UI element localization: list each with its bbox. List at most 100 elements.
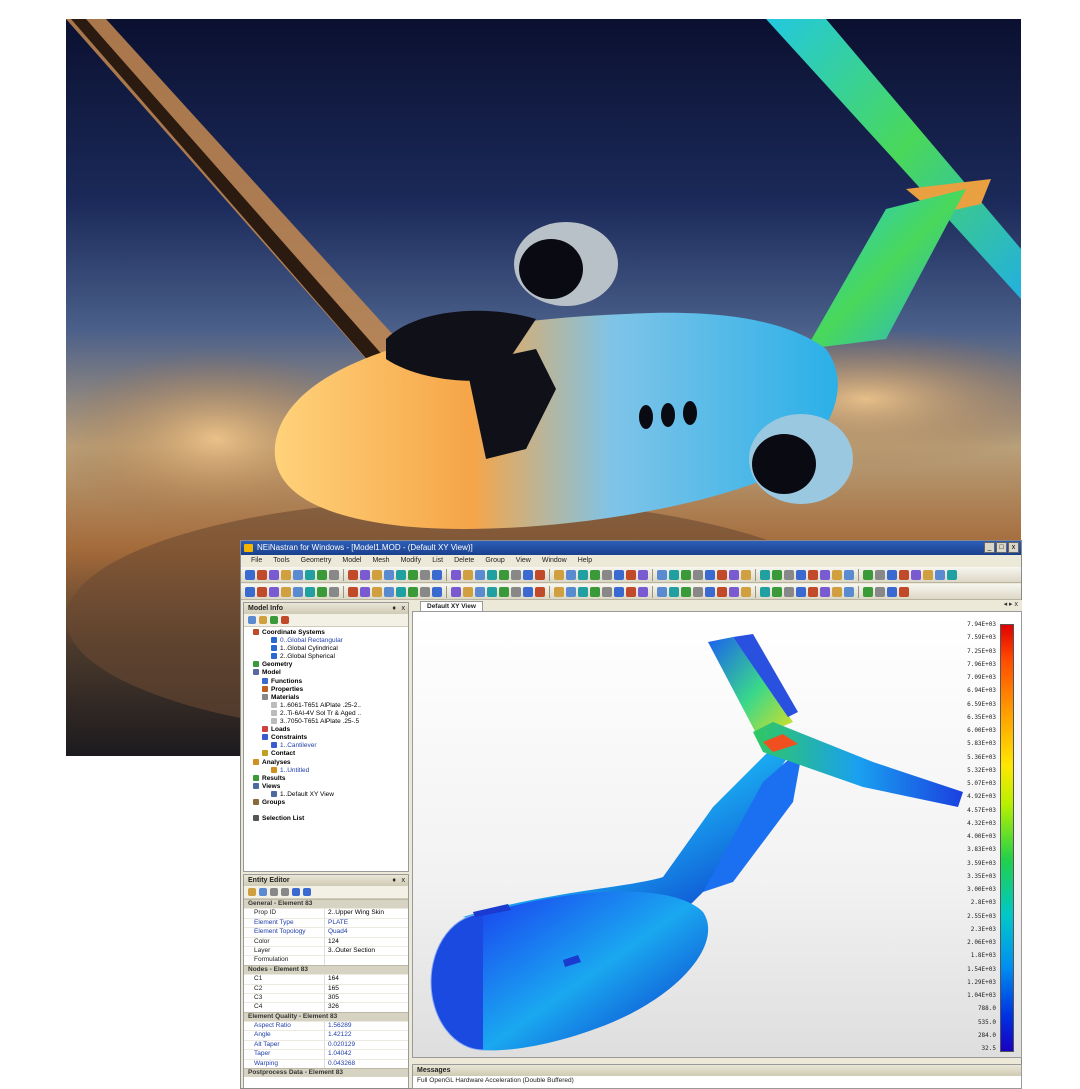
toolbar-button-icon[interactable] [657, 569, 667, 580]
toolbar-button-icon[interactable] [360, 569, 370, 580]
property-row[interactable]: C1 164 [244, 974, 408, 984]
toolbar-button-icon[interactable] [269, 569, 279, 580]
tree-view-icon[interactable] [248, 616, 256, 624]
toolbar-button-icon[interactable] [808, 569, 818, 580]
toolbar-button-icon[interactable] [626, 586, 636, 597]
menu-file[interactable]: File [251, 555, 262, 567]
property-section-header[interactable]: General - Element 83 [244, 899, 408, 909]
toolbar-button-icon[interactable] [487, 586, 497, 597]
toolbar-button-icon[interactable] [614, 586, 624, 597]
toolbar-button-icon[interactable] [808, 586, 818, 597]
toolbar-button-icon[interactable] [602, 569, 612, 580]
property-value[interactable]: 326 [324, 1003, 408, 1012]
property-row[interactable]: Prop ID 2..Upper Wing Skin [244, 908, 408, 918]
toolbar-button-icon[interactable] [899, 569, 909, 580]
maximize-button[interactable]: □ [996, 542, 1007, 553]
tree-item[interactable]: Model [244, 669, 408, 677]
toolbar-button-icon[interactable] [614, 569, 624, 580]
toolbar-button-icon[interactable] [899, 586, 909, 597]
toolbar-button-icon[interactable] [305, 586, 315, 597]
tree-item[interactable]: Selection List [244, 815, 408, 823]
tree-item[interactable]: 1..Global Cylindrical [244, 645, 408, 653]
toolbar-button-icon[interactable] [554, 586, 564, 597]
toolbar-button-icon[interactable] [693, 586, 703, 597]
toolbar-button-icon[interactable] [669, 569, 679, 580]
property-value[interactable]: 0.043268 [324, 1059, 408, 1069]
toolbar-button-icon[interactable] [566, 569, 576, 580]
toolbar-button-icon[interactable] [463, 569, 473, 580]
toolbar-button-icon[interactable] [729, 569, 739, 580]
toolbar-button-icon[interactable] [451, 586, 461, 597]
toolbar-button-icon[interactable] [511, 569, 521, 580]
toolbar-button-icon[interactable] [329, 586, 339, 597]
categorized-icon[interactable] [270, 888, 278, 896]
menu-tools[interactable]: Tools [273, 555, 289, 567]
toolbar-button-icon[interactable] [923, 569, 933, 580]
toolbar-button-icon[interactable] [681, 569, 691, 580]
toolbar-button-icon[interactable] [887, 569, 897, 580]
property-value[interactable]: 124 [324, 937, 408, 946]
toolbar-button-icon[interactable] [638, 569, 648, 580]
toolbar-button-icon[interactable] [475, 586, 485, 597]
toolbar-button-icon[interactable] [245, 586, 255, 597]
toolbar-button-icon[interactable] [293, 569, 303, 580]
toolbar-button-icon[interactable] [693, 569, 703, 580]
tree-item[interactable]: Properties [244, 685, 408, 694]
toolbar-button-icon[interactable] [844, 586, 854, 597]
toolbar-button-icon[interactable] [947, 569, 957, 580]
minimize-button[interactable]: _ [984, 542, 995, 553]
tree-item[interactable]: 2..Ti-6Al-4V Sol Tr & Aged .. [244, 709, 408, 718]
toolbar-button-icon[interactable] [511, 586, 521, 597]
cancel-icon[interactable] [303, 888, 311, 896]
filter-icon[interactable] [259, 616, 267, 624]
toolbar-button-icon[interactable] [875, 569, 885, 580]
menu-mesh[interactable]: Mesh [372, 555, 389, 567]
toolbar-button-icon[interactable] [281, 586, 291, 597]
property-value[interactable]: 165 [324, 984, 408, 993]
tree-item[interactable]: Views [244, 782, 408, 791]
toolbar-button-icon[interactable] [535, 569, 545, 580]
tree-item[interactable]: Groups [244, 798, 408, 807]
property-section-header[interactable]: Postprocess Data - Element 83 [244, 1068, 408, 1078]
toolbar-button-icon[interactable] [554, 569, 564, 580]
property-row[interactable]: Element Topology Quad4 [244, 927, 408, 937]
property-row[interactable]: Color 124 [244, 936, 408, 946]
graphics-viewport[interactable] [412, 611, 1022, 1058]
toolbar-button-icon[interactable] [487, 569, 497, 580]
toolbar-button-icon[interactable] [638, 586, 648, 597]
property-row[interactable]: Aspect Ratio 1.56289 [244, 1021, 408, 1031]
toolbar-button-icon[interactable] [257, 586, 267, 597]
tree-item[interactable]: 1..Cantilever [244, 742, 408, 750]
tree-item[interactable]: Constraints [244, 734, 408, 742]
toolbar-button-icon[interactable] [784, 569, 794, 580]
property-value[interactable]: 305 [324, 993, 408, 1003]
toolbar-button-icon[interactable] [935, 569, 945, 580]
property-row[interactable]: C2 165 [244, 983, 408, 993]
tree-item[interactable]: Loads [244, 726, 408, 734]
toolbar-button-icon[interactable] [396, 586, 406, 597]
property-row[interactable]: Alt Taper 0.020129 [244, 1039, 408, 1050]
toolbar-button-icon[interactable] [796, 569, 806, 580]
refresh-icon[interactable] [270, 616, 278, 624]
toolbar-button-icon[interactable] [523, 569, 533, 580]
tree-item[interactable]: Results [244, 774, 408, 783]
toolbar-button-icon[interactable] [784, 586, 794, 597]
toolbar-button-icon[interactable] [578, 569, 588, 580]
toolbar-button-icon[interactable] [863, 586, 873, 597]
toolbar-button-icon[interactable] [832, 586, 842, 597]
pin-icon[interactable]: ♦ [392, 875, 396, 886]
toolbar-button-icon[interactable] [523, 586, 533, 597]
toolbar-button-icon[interactable] [384, 569, 394, 580]
toolbar-button-icon[interactable] [475, 569, 485, 580]
toolbar-button-icon[interactable] [590, 569, 600, 580]
tree-item[interactable]: 1..Default XY View [244, 790, 408, 799]
toolbar-button-icon[interactable] [887, 586, 897, 597]
menu-geometry[interactable]: Geometry [301, 555, 332, 567]
toolbar-button-icon[interactable] [305, 569, 315, 580]
toolbar-button-icon[interactable] [705, 586, 715, 597]
toolbar-button-icon[interactable] [820, 569, 830, 580]
property-value[interactable]: 2..Upper Wing Skin [324, 909, 408, 918]
toolbar-button-icon[interactable] [760, 569, 770, 580]
toolbar-button-icon[interactable] [451, 569, 461, 580]
property-row[interactable]: C3 305 [244, 992, 408, 1003]
